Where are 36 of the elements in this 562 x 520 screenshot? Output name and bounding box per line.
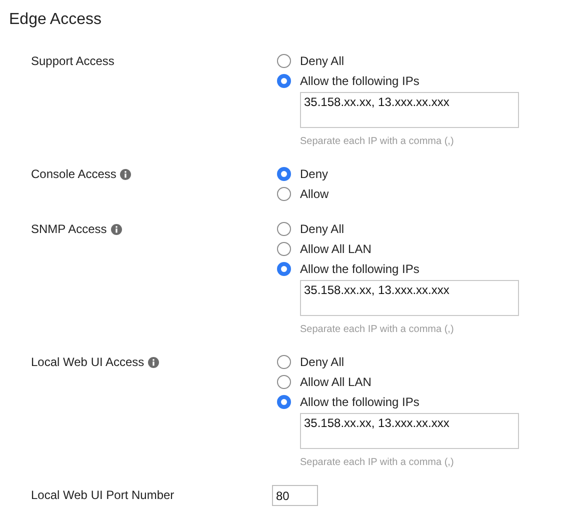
hint-text: Separate each IP with a comma (,) [300,135,455,149]
hint-text: Separate each IP with a comma (,) [300,456,455,470]
info-icon[interactable] [148,356,160,368]
port-field[interactable]: 80 [272,485,318,506]
radio-button[interactable] [277,222,291,236]
radio-label[interactable]: Allow All LAN [300,240,372,258]
setting-label: SNMP Access [31,221,107,238]
radio-label[interactable]: Allow the following IPs [300,393,420,411]
section-title: Edge Access [8,10,102,30]
radio-button[interactable] [277,355,291,369]
setting-label: Local Web UI Access [31,354,144,371]
radio-button[interactable] [277,395,291,409]
radio-button[interactable] [277,54,291,68]
radio-label[interactable]: Deny All [300,220,344,238]
ip-list-field[interactable]: 35.158.xx.xx, 13.xxx.xx.xxx [300,413,519,449]
radio-button[interactable] [277,375,291,389]
radio-label[interactable]: Deny All [300,52,344,70]
setting-label: Console Access [31,166,116,183]
radio-button[interactable] [277,167,291,181]
radio-button[interactable] [277,187,291,201]
radio-label[interactable]: Deny [300,165,328,183]
radio-label[interactable]: Allow the following IPs [300,260,420,278]
radio-label[interactable]: Allow All LAN [300,373,372,391]
setting-label: Support Access [31,53,114,70]
radio-button[interactable] [277,262,291,276]
ip-list-field[interactable]: 35.158.xx.xx, 13.xxx.xx.xxx [300,280,519,316]
radio-button[interactable] [277,242,291,256]
radio-label[interactable]: Allow [300,185,329,203]
radio-button[interactable] [277,74,291,88]
hint-text: Separate each IP with a comma (,) [300,323,455,337]
radio-label[interactable]: Deny All [300,353,344,371]
ip-list-field[interactable]: 35.158.xx.xx, 13.xxx.xx.xxx [300,92,519,128]
setting-label: Local Web UI Port Number [31,487,174,504]
info-icon[interactable] [120,168,132,180]
radio-label[interactable]: Allow the following IPs [300,72,420,90]
info-icon[interactable] [110,224,122,234]
